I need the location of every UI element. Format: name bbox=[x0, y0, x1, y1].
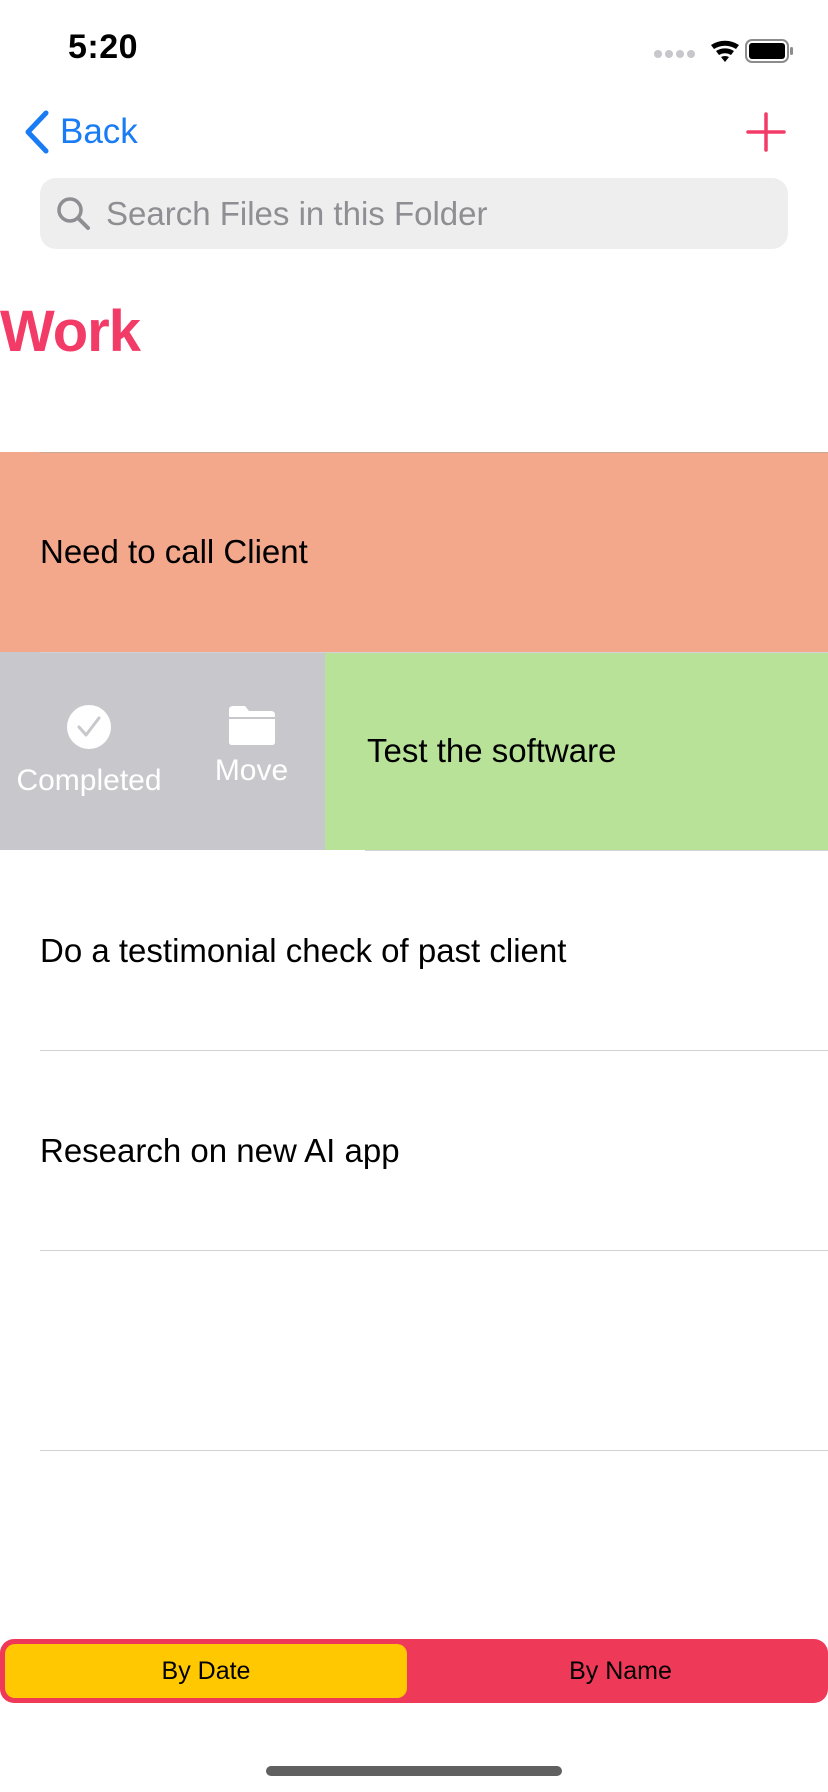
completed-action-label: Completed bbox=[16, 764, 162, 797]
chevron-left-icon bbox=[25, 110, 49, 154]
search-input[interactable] bbox=[104, 193, 748, 234]
list-item[interactable]: Do a testimonial check of past client bbox=[0, 851, 828, 1051]
sort-segmented-control: By Date By Name bbox=[0, 1639, 828, 1703]
completed-action-button[interactable]: Completed bbox=[0, 704, 178, 798]
list-item[interactable]: Need to call Client bbox=[0, 452, 828, 652]
status-time: 5:20 bbox=[68, 28, 139, 66]
home-indicator bbox=[266, 1766, 562, 1776]
signal-icon bbox=[654, 50, 695, 58]
plus-icon bbox=[746, 112, 786, 152]
add-button[interactable] bbox=[742, 108, 790, 156]
search-bar[interactable] bbox=[40, 178, 788, 249]
row-separator bbox=[40, 652, 828, 653]
wifi-icon bbox=[711, 40, 739, 62]
back-label: Back bbox=[60, 112, 138, 151]
battery-icon bbox=[745, 39, 793, 63]
page-title: Work bbox=[0, 299, 141, 364]
folder-icon bbox=[228, 706, 275, 745]
search-icon bbox=[57, 196, 90, 230]
list-item[interactable] bbox=[0, 1251, 828, 1451]
list-item-label: Test the software bbox=[367, 732, 617, 769]
list-item[interactable]: Test the software bbox=[325, 652, 828, 850]
sort-by-name-button[interactable]: By Name bbox=[418, 1644, 823, 1698]
list-item-label: Need to call Client bbox=[40, 533, 308, 570]
checkmark-circle-icon bbox=[67, 705, 111, 749]
row-separator bbox=[40, 1450, 828, 1451]
swipe-actions: Completed Move bbox=[0, 652, 325, 850]
sort-by-date-button[interactable]: By Date bbox=[5, 1644, 407, 1698]
row-separator bbox=[40, 452, 828, 453]
list-item-label: Research on new AI app bbox=[40, 1132, 400, 1169]
status-icons bbox=[652, 36, 794, 66]
back-button[interactable]: Back bbox=[24, 108, 138, 156]
list-item-label: Do a testimonial check of past client bbox=[40, 932, 567, 969]
list-item[interactable]: Research on new AI app bbox=[0, 1051, 828, 1251]
move-action-label: Move bbox=[214, 754, 289, 787]
move-action-button[interactable]: Move bbox=[178, 704, 325, 788]
